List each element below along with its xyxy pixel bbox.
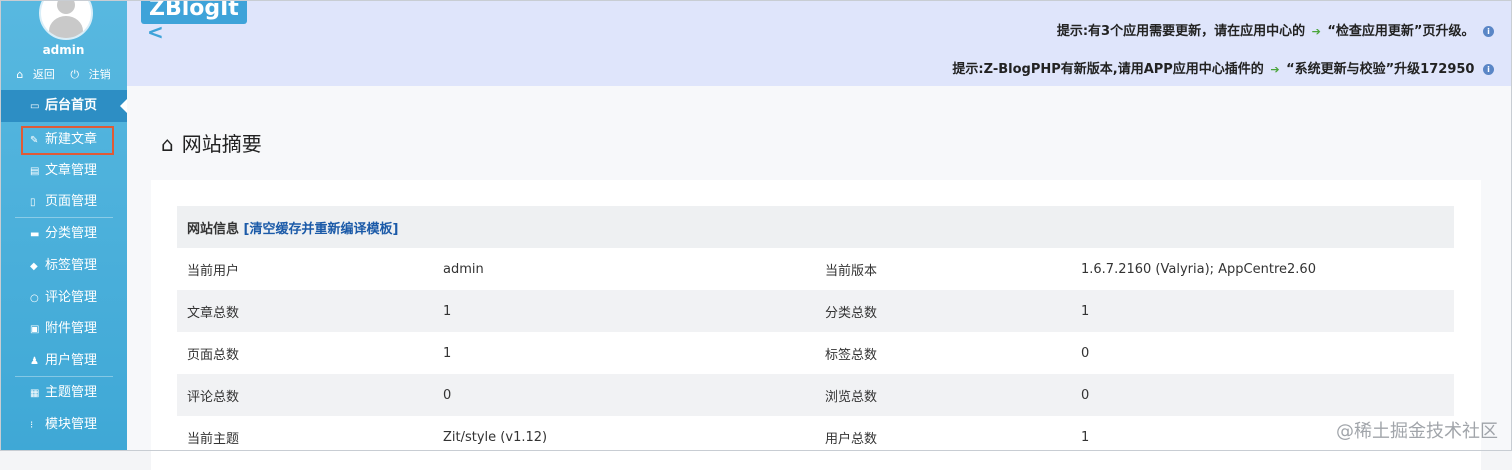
table-header: 网站信息 [清空缓存并重新编译模板] <box>177 206 1454 248</box>
arrow-right-icon: ➔ <box>1270 63 1280 76</box>
arrow-right-icon: ➔ <box>1311 25 1321 38</box>
sidebar-item-label: 附件管理 <box>45 321 98 336</box>
home-icon: ⌂ <box>16 68 24 81</box>
cell-value: 1 <box>433 290 815 332</box>
power-icon: ⏻ <box>70 68 80 81</box>
document-icon: ▤ <box>30 166 40 177</box>
logout-link[interactable]: ⏻ 注销 <box>67 68 113 81</box>
page-title-text: 网站摘要 <box>181 132 262 156</box>
home-icon: ⌂ <box>161 132 174 156</box>
username: admin <box>42 43 85 57</box>
comment-icon: ○ <box>30 293 39 304</box>
cell-label: 评论总数 <box>177 374 433 416</box>
cell-label: 分类总数 <box>815 290 1071 332</box>
cell-label: 当前用户 <box>177 248 433 290</box>
avatar[interactable] <box>39 0 93 40</box>
logout-label: 注销 <box>88 68 111 81</box>
sidebar-item-users[interactable]: ♟ 用户管理 <box>0 345 127 377</box>
current-user-link[interactable]: admin <box>433 248 815 290</box>
page-icon: ▯ <box>30 197 36 208</box>
folder-icon: ▬ <box>30 229 40 240</box>
sidebar-item-modules[interactable]: ⁝ 模块管理 <box>0 409 127 441</box>
sidebar-item-label: 用户管理 <box>45 353 98 368</box>
tag-icon: ◆ <box>30 261 38 272</box>
notice-text: 提示:有3个应用需要更新，请在应用中心的 <box>1056 24 1306 39</box>
back-link[interactable]: ⌂ 返回 <box>13 68 57 81</box>
attachment-icon: ▣ <box>30 324 40 335</box>
back-label: 返回 <box>32 68 55 81</box>
sidebar-item-label: 分类管理 <box>45 226 98 241</box>
cell-value: 1 <box>433 332 815 374</box>
cell-label: 用户总数 <box>815 416 1071 458</box>
table-row: 页面总数 1 标签总数 0 <box>177 332 1454 374</box>
sidebar-item-label: 评论管理 <box>45 290 98 305</box>
user-icon: ♟ <box>30 356 39 367</box>
cell-value: 0 <box>1071 374 1454 416</box>
info-icon[interactable]: i <box>1483 26 1494 37</box>
cell-value: 0 <box>1071 332 1454 374</box>
cell-value: 1 <box>1071 290 1454 332</box>
sidebar-item-articles[interactable]: ▤ 文章管理 <box>0 155 127 187</box>
sidebar-item-pages[interactable]: ▯ 页面管理 <box>0 186 127 218</box>
user-actions: ⌂ 返回 ⏻ 注销 <box>0 66 127 82</box>
table-row: 评论总数 0 浏览总数 0 <box>177 374 1454 416</box>
sidebar-item-label: 标签管理 <box>45 258 98 273</box>
notice-system-update: 提示:Z-BlogPHP有新版本,请用APP应用中心插件的 ➔ “系统更新与校验… <box>952 58 1494 77</box>
cell-label: 页面总数 <box>177 332 433 374</box>
highlight-box <box>21 126 114 155</box>
cell-label: 当前主题 <box>177 416 433 458</box>
sidebar-item-dashboard[interactable]: ▭ 后台首页 <box>0 90 127 122</box>
table-row: 文章总数 1 分类总数 1 <box>177 290 1454 332</box>
cell-label: 当前版本 <box>815 248 1071 290</box>
page-title: ⌂ 网站摘要 <box>161 128 262 157</box>
site-info-table: 网站信息 [清空缓存并重新编译模板] 当前用户 admin 当前版本 1.6.7… <box>177 206 1454 458</box>
cell-label: 标签总数 <box>815 332 1071 374</box>
sidebar-item-comments[interactable]: ○ 评论管理 <box>0 282 127 314</box>
cell-value: 1.6.7.2160 (Valyria); AppCentre2.60 <box>1071 248 1454 290</box>
cell-label: 浏览总数 <box>815 374 1071 416</box>
header: ZBlogIt < 提示:有3个应用需要更新，请在应用中心的 ➔ “检查应用更新… <box>127 0 1512 86</box>
cell-label: 文章总数 <box>177 290 433 332</box>
theme-icon: ▦ <box>30 388 40 399</box>
sidebar-item-attachments[interactable]: ▣ 附件管理 <box>0 313 127 345</box>
table-row: 当前主题 Zit/style (v1.12) 用户总数 1 <box>177 416 1454 458</box>
sidebar-item-label: 后台首页 <box>45 98 98 113</box>
table-row: 当前用户 admin 当前版本 1.6.7.2160 (Valyria); Ap… <box>177 248 1454 290</box>
sidebar-item-label: 页面管理 <box>45 194 98 209</box>
sidebar-item-label: 主题管理 <box>45 385 98 400</box>
table-header-row: 网站信息 [清空缓存并重新编译模板] <box>177 206 1454 248</box>
summary-card: 网站信息 [清空缓存并重新编译模板] 当前用户 admin 当前版本 1.6.7… <box>151 180 1481 470</box>
main-content: ⌂ 网站摘要 网站信息 [清空缓存并重新编译模板] 当前用户 admin 当前版本… <box>127 86 1512 470</box>
sidebar-item-label: 模块管理 <box>45 417 98 432</box>
table-header-text: 网站信息 <box>187 221 240 237</box>
sidebar-item-label: 文章管理 <box>45 163 98 178</box>
notice-text: 提示:Z-BlogPHP有新版本,请用APP应用中心插件的 <box>952 62 1264 77</box>
clear-cache-link[interactable]: [清空缓存并重新编译模板] <box>244 222 399 237</box>
sidebar-item-tags[interactable]: ◆ 标签管理 <box>0 250 127 282</box>
notice-app-update: 提示:有3个应用需要更新，请在应用中心的 ➔ “检查应用更新”页升级。 i <box>1057 20 1494 39</box>
watermark: @稀土掘金技术社区 <box>1336 421 1498 442</box>
cell-value: 0 <box>433 374 815 416</box>
module-icon: ⁝ <box>30 420 34 431</box>
back-arrow-icon[interactable]: < <box>147 20 164 44</box>
system-update-link[interactable]: “系统更新与校验”升级172950 <box>1286 62 1474 77</box>
info-icon[interactable]: i <box>1483 64 1494 75</box>
sidebar: admin ⌂ 返回 ⏻ 注销 ▭ 后台首页 ✎ 新建文章 ▤ 文章管理 ▯ 页面管理 … <box>0 0 127 451</box>
sidebar-item-themes[interactable]: ▦ 主题管理 <box>0 377 127 409</box>
sidebar-item-categories[interactable]: ▬ 分类管理 <box>0 218 127 250</box>
cell-value: Zit/style (v1.12) <box>433 416 815 458</box>
monitor-icon: ▭ <box>30 101 40 112</box>
check-update-link[interactable]: “检查应用更新”页升级。 <box>1327 24 1474 39</box>
